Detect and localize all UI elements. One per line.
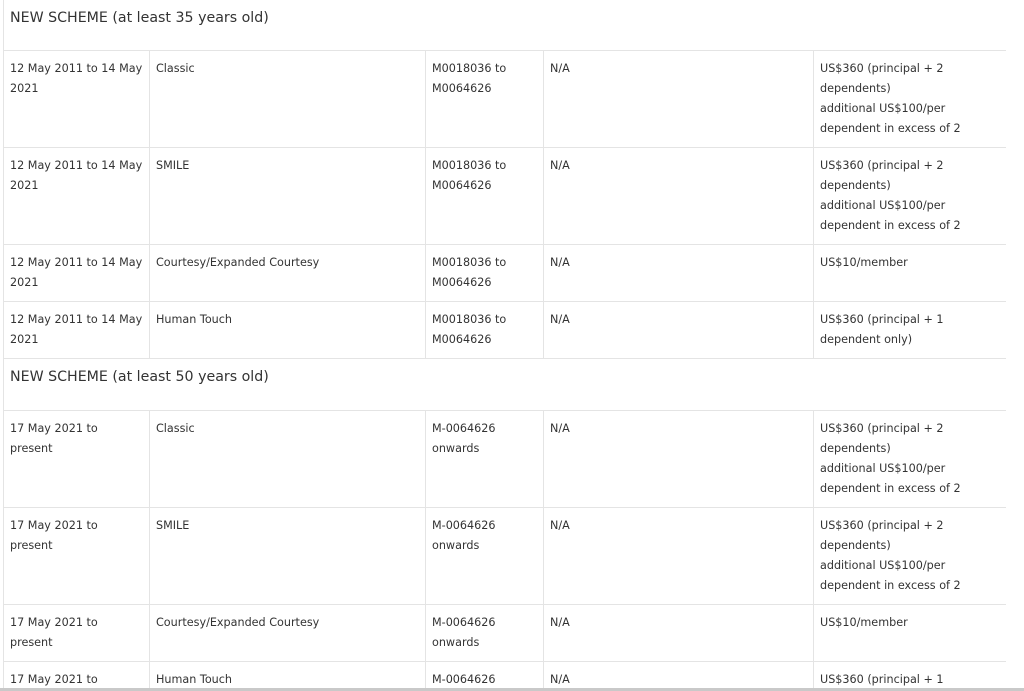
fee-line: additional US$100/per dependent in exces… <box>820 559 961 592</box>
id-range-cell: M0018036 to M0064626 <box>425 301 544 359</box>
fee-cell: US$360 (principal + 1 dependent only) <box>813 661 1008 691</box>
fee-line: additional US$100/per dependent in exces… <box>820 462 961 495</box>
plan-cell: Classic <box>149 50 426 148</box>
fee-line: US$360 (principal + 2 dependents) <box>820 422 944 455</box>
table-row: 12 May 2011 to 14 May 2021 SMILE M001803… <box>3 147 1008 245</box>
fee-line: US$360 (principal + 2 dependents) <box>820 62 944 95</box>
period-cell: 12 May 2011 to 14 May 2021 <box>3 50 150 148</box>
period-cell: 12 May 2011 to 14 May 2021 <box>3 147 150 245</box>
table-row: 12 May 2011 to 14 May 2021 Human Touch M… <box>3 301 1008 359</box>
section-heading: NEW SCHEME (at least 35 years old) <box>3 0 1008 51</box>
na-cell: N/A <box>543 147 814 245</box>
fee-line: US$360 (principal + 2 dependents) <box>820 159 944 192</box>
fee-cell: US$10/member <box>813 244 1008 302</box>
id-range-cell: M0018036 to M0064626 <box>425 50 544 148</box>
fee-line: additional US$100/per dependent in exces… <box>820 102 961 135</box>
fee-line: US$10/member <box>820 616 908 629</box>
id-range-cell: M0018036 to M0064626 <box>425 147 544 245</box>
page-right-margin <box>1006 0 1024 691</box>
fee-cell: US$360 (principal + 2 dependents) additio… <box>813 50 1008 148</box>
fee-cell: US$360 (principal + 2 dependents) additio… <box>813 147 1008 245</box>
plan-cell: SMILE <box>149 507 426 605</box>
fee-cell: US$360 (principal + 1 dependent only) <box>813 301 1008 359</box>
fee-cell: US$360 (principal + 2 dependents) additio… <box>813 507 1008 605</box>
plan-cell: SMILE <box>149 147 426 245</box>
table-row: 17 May 2021 to present Courtesy/Expanded… <box>3 604 1008 662</box>
period-cell: 17 May 2021 to present <box>3 410 150 508</box>
plan-cell: Courtesy/Expanded Courtesy <box>149 244 426 302</box>
fee-cell: US$10/member <box>813 604 1008 662</box>
id-range-cell: M-0064626 onwards <box>425 661 544 691</box>
fee-line: US$360 (principal + 2 dependents) <box>820 519 944 552</box>
plan-cell: Courtesy/Expanded Courtesy <box>149 604 426 662</box>
section-heading-row: NEW SCHEME (at least 35 years old) <box>3 0 1008 51</box>
na-cell: N/A <box>543 410 814 508</box>
na-cell: N/A <box>543 661 814 691</box>
fee-line: additional US$100/per dependent in exces… <box>820 199 961 232</box>
period-cell: 12 May 2011 to 14 May 2021 <box>3 244 150 302</box>
plan-cell: Human Touch <box>149 661 426 691</box>
table-row: 17 May 2021 to present Human Touch M-006… <box>3 661 1008 691</box>
fee-line: US$360 (principal + 1 dependent only) <box>820 313 944 346</box>
table-row: 17 May 2021 to present Classic M-0064626… <box>3 410 1008 508</box>
table-row: 12 May 2011 to 14 May 2021 Courtesy/Expa… <box>3 244 1008 302</box>
period-cell: 12 May 2011 to 14 May 2021 <box>3 301 150 359</box>
table-row: 17 May 2021 to present SMILE M-0064626 o… <box>3 507 1008 605</box>
plan-cell: Classic <box>149 410 426 508</box>
na-cell: N/A <box>543 604 814 662</box>
id-range-cell: M-0064626 onwards <box>425 604 544 662</box>
plan-cell: Human Touch <box>149 301 426 359</box>
na-cell: N/A <box>543 301 814 359</box>
id-range-cell: M-0064626 onwards <box>425 507 544 605</box>
period-cell: 17 May 2021 to present <box>3 661 150 691</box>
scheme-fee-table: NEW SCHEME (at least 35 years old) 12 Ma… <box>3 0 1008 691</box>
na-cell: N/A <box>543 507 814 605</box>
id-range-cell: M0018036 to M0064626 <box>425 244 544 302</box>
section-heading-row: NEW SCHEME (at least 50 years old) <box>3 358 1008 411</box>
period-cell: 17 May 2021 to present <box>3 507 150 605</box>
id-range-cell: M-0064626 onwards <box>425 410 544 508</box>
na-cell: N/A <box>543 50 814 148</box>
table-row: 12 May 2011 to 14 May 2021 Classic M0018… <box>3 50 1008 148</box>
fee-line: US$10/member <box>820 256 908 269</box>
section-heading: NEW SCHEME (at least 50 years old) <box>3 358 1008 411</box>
fee-cell: US$360 (principal + 2 dependents) additio… <box>813 410 1008 508</box>
period-cell: 17 May 2021 to present <box>3 604 150 662</box>
na-cell: N/A <box>543 244 814 302</box>
page: NEW SCHEME (at least 35 years old) 12 Ma… <box>0 0 1024 691</box>
